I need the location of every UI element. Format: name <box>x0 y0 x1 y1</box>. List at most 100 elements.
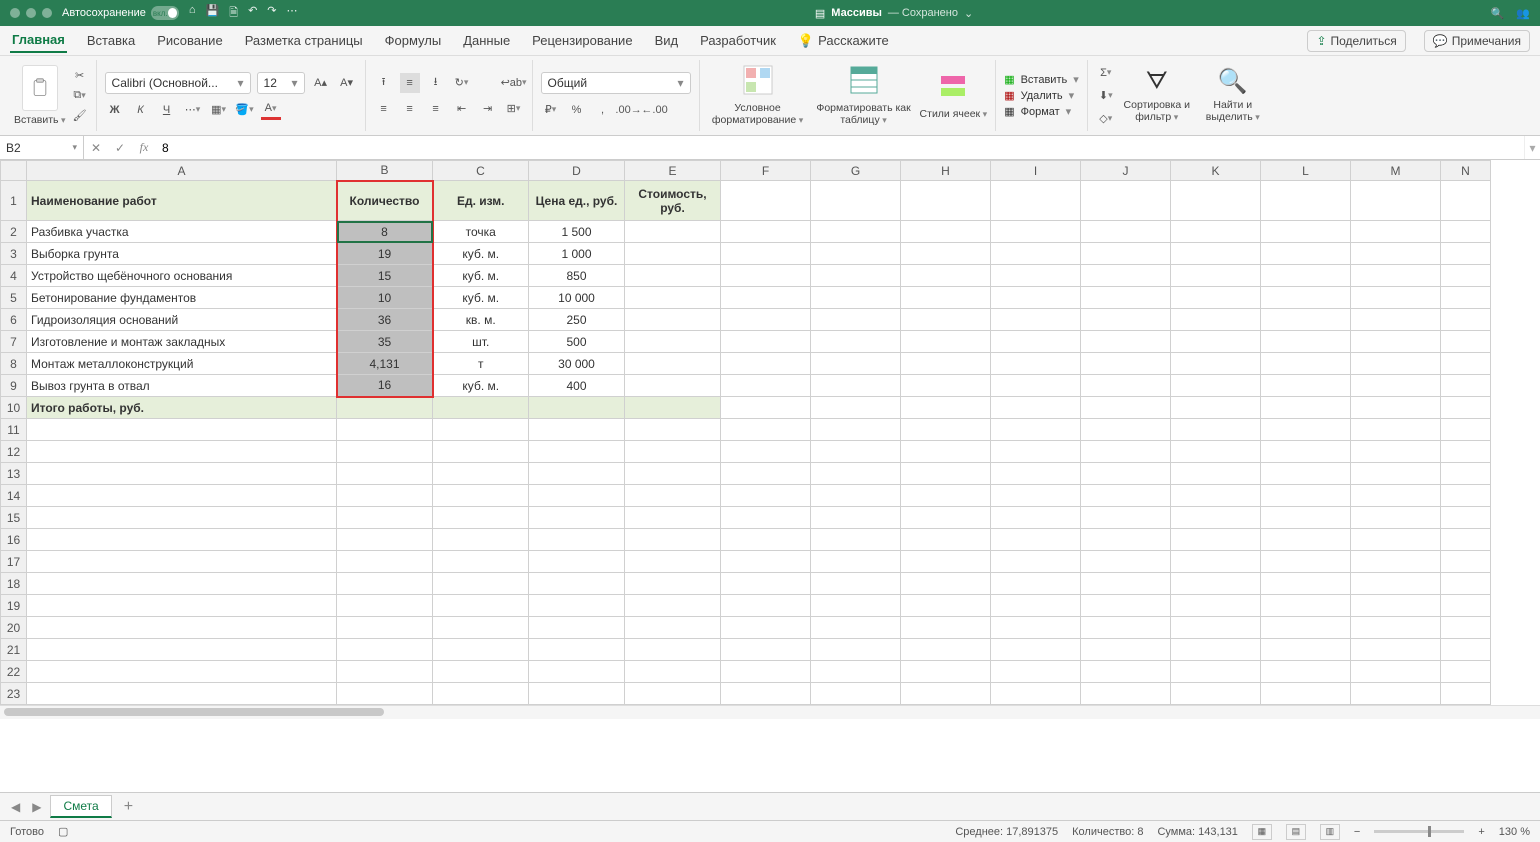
cell-I12[interactable] <box>991 441 1081 463</box>
cell-J22[interactable] <box>1081 661 1171 683</box>
view-break-icon[interactable]: ▥ <box>1320 824 1340 840</box>
format-as-table-button[interactable]: Форматировать как таблицу <box>814 64 914 126</box>
find-select-button[interactable]: 🔍 Найти и выделить <box>1198 67 1268 123</box>
cut-icon[interactable]: ✂ <box>72 69 88 83</box>
cell-B23[interactable] <box>337 683 433 705</box>
row-header-7[interactable]: 7 <box>1 331 27 353</box>
cell-N18[interactable] <box>1441 573 1491 595</box>
cell-G6[interactable] <box>811 309 901 331</box>
sort-filter-button[interactable]: ᗊ Сортировка и фильтр <box>1122 68 1192 123</box>
cell-C5[interactable]: куб. м. <box>433 287 529 309</box>
row-header-6[interactable]: 6 <box>1 309 27 331</box>
cell-L7[interactable] <box>1261 331 1351 353</box>
cell-N13[interactable] <box>1441 463 1491 485</box>
cell-N7[interactable] <box>1441 331 1491 353</box>
column-header-M[interactable]: M <box>1351 161 1441 181</box>
record-macro-icon[interactable]: ▢ <box>58 825 68 838</box>
more-icon[interactable]: ⋯ <box>287 4 298 23</box>
cell-K7[interactable] <box>1171 331 1261 353</box>
cell-B16[interactable] <box>337 529 433 551</box>
column-header-G[interactable]: G <box>811 161 901 181</box>
cell-M11[interactable] <box>1351 419 1441 441</box>
cell-K1[interactable] <box>1171 181 1261 221</box>
sheet-next-icon[interactable]: ▶ <box>29 800 44 814</box>
cell-J3[interactable] <box>1081 243 1171 265</box>
cell-M1[interactable] <box>1351 181 1441 221</box>
cell-K3[interactable] <box>1171 243 1261 265</box>
column-header-F[interactable]: F <box>721 161 811 181</box>
cell-G11[interactable] <box>811 419 901 441</box>
cell-N12[interactable] <box>1441 441 1491 463</box>
cell-K9[interactable] <box>1171 375 1261 397</box>
cell-K11[interactable] <box>1171 419 1261 441</box>
horizontal-scrollbar[interactable] <box>0 705 1540 719</box>
cell-J12[interactable] <box>1081 441 1171 463</box>
cell-G20[interactable] <box>811 617 901 639</box>
cell-L1[interactable] <box>1261 181 1351 221</box>
cell-H5[interactable] <box>901 287 991 309</box>
cell-I7[interactable] <box>991 331 1081 353</box>
decrease-indent-icon[interactable]: ⇤ <box>452 99 472 119</box>
expand-formula-icon[interactable]: ▾ <box>1524 136 1540 159</box>
fx-icon[interactable]: fx <box>132 140 156 155</box>
search-icon[interactable]: 🔍 <box>1491 7 1505 20</box>
cell-H14[interactable] <box>901 485 991 507</box>
cell-C23[interactable] <box>433 683 529 705</box>
cell-A5[interactable]: Бетонирование фундаментов <box>27 287 337 309</box>
zoom-level[interactable]: 130 % <box>1499 826 1530 838</box>
cell-D13[interactable] <box>529 463 625 485</box>
cell-A1[interactable]: Наименование работ <box>27 181 337 221</box>
bold-icon[interactable]: Ж <box>105 100 125 120</box>
cell-B7[interactable]: 35 <box>337 331 433 353</box>
delete-cells-button[interactable]: ▦ Удалить ▾ <box>1004 89 1079 102</box>
cell-J14[interactable] <box>1081 485 1171 507</box>
cell-E21[interactable] <box>625 639 721 661</box>
cell-J2[interactable] <box>1081 221 1171 243</box>
cell-C1[interactable]: Ед. изм. <box>433 181 529 221</box>
align-bottom-icon[interactable]: ⭳ <box>426 73 446 93</box>
cell-E14[interactable] <box>625 485 721 507</box>
cell-A18[interactable] <box>27 573 337 595</box>
row-header-12[interactable]: 12 <box>1 441 27 463</box>
cell-H22[interactable] <box>901 661 991 683</box>
conditional-formatting-button[interactable]: Условное форматирование <box>708 64 808 126</box>
tab-home[interactable]: Главная <box>10 28 67 53</box>
cell-A14[interactable] <box>27 485 337 507</box>
cell-D3[interactable]: 1 000 <box>529 243 625 265</box>
row-header-13[interactable]: 13 <box>1 463 27 485</box>
cell-J8[interactable] <box>1081 353 1171 375</box>
cell-D15[interactable] <box>529 507 625 529</box>
cell-L16[interactable] <box>1261 529 1351 551</box>
row-header-14[interactable]: 14 <box>1 485 27 507</box>
cell-E17[interactable] <box>625 551 721 573</box>
cell-E15[interactable] <box>625 507 721 529</box>
cell-I6[interactable] <box>991 309 1081 331</box>
tab-review[interactable]: Рецензирование <box>530 29 634 52</box>
cell-B10[interactable] <box>337 397 433 419</box>
tab-insert[interactable]: Вставка <box>85 29 137 52</box>
cell-F13[interactable] <box>721 463 811 485</box>
cell-K12[interactable] <box>1171 441 1261 463</box>
cell-J13[interactable] <box>1081 463 1171 485</box>
row-header-15[interactable]: 15 <box>1 507 27 529</box>
spreadsheet-grid[interactable]: ABCDEFGHIJKLMN1Наименование работКоличес… <box>0 160 1540 792</box>
tab-view[interactable]: Вид <box>653 29 681 52</box>
wrap-text-icon[interactable]: ↩ab <box>504 73 524 93</box>
cell-B18[interactable] <box>337 573 433 595</box>
cell-B1[interactable]: Количество <box>337 181 433 221</box>
cell-M13[interactable] <box>1351 463 1441 485</box>
cell-I13[interactable] <box>991 463 1081 485</box>
cell-N2[interactable] <box>1441 221 1491 243</box>
cell-N10[interactable] <box>1441 397 1491 419</box>
cell-H21[interactable] <box>901 639 991 661</box>
cell-C8[interactable]: т <box>433 353 529 375</box>
cell-E23[interactable] <box>625 683 721 705</box>
window-controls[interactable] <box>10 8 52 18</box>
tab-draw[interactable]: Рисование <box>155 29 224 52</box>
cell-N1[interactable] <box>1441 181 1491 221</box>
column-header-E[interactable]: E <box>625 161 721 181</box>
row-header-1[interactable]: 1 <box>1 181 27 221</box>
cell-M5[interactable] <box>1351 287 1441 309</box>
merge-icon[interactable]: ⊞ <box>504 99 524 119</box>
cell-B9[interactable]: 16 <box>337 375 433 397</box>
